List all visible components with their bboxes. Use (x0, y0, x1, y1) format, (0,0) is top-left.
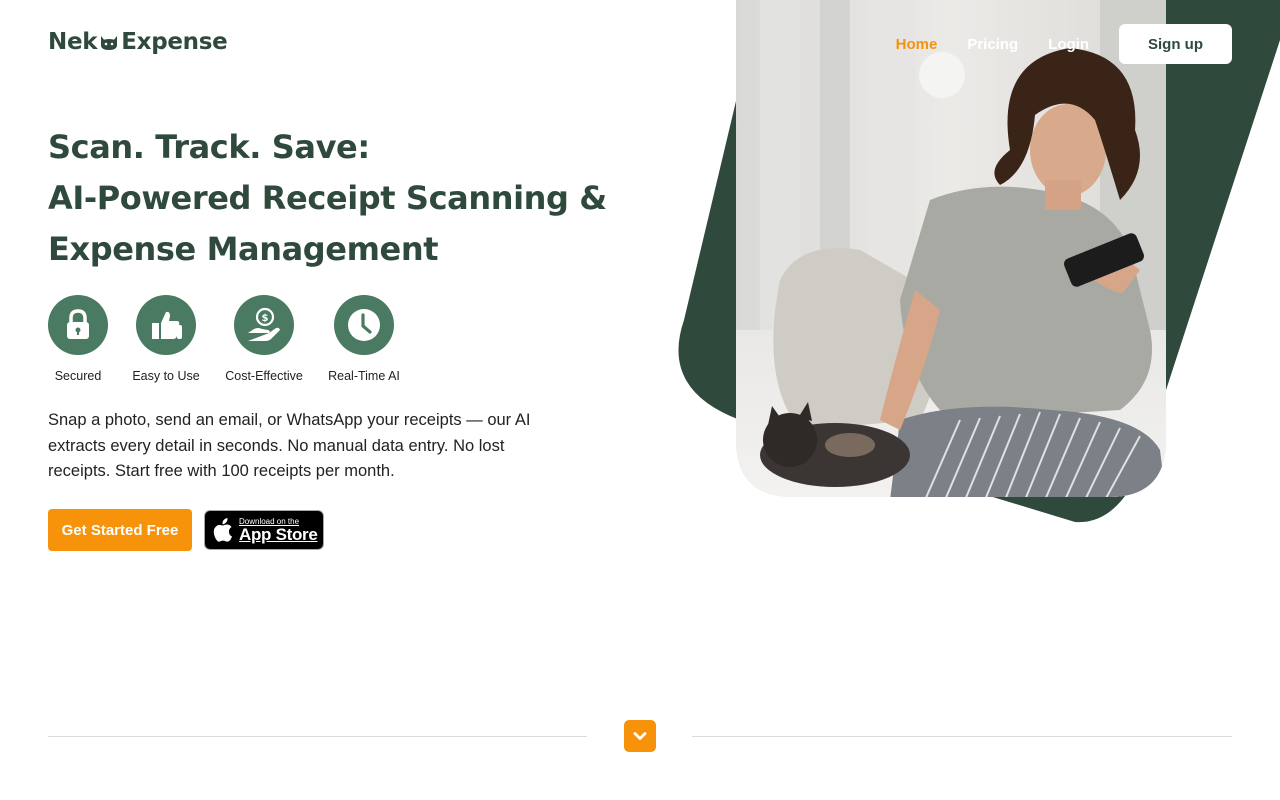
feature-icon-circle (136, 295, 196, 355)
nav-home-link[interactable]: Home (896, 36, 938, 53)
app-store-big-text: App Store (239, 524, 318, 544)
feature-label: Cost-Effective (225, 369, 303, 383)
app-store-badge[interactable]: Download on the App Store (204, 510, 324, 550)
feature-secured: Secured (48, 295, 108, 383)
main-nav: Home Pricing Login Sign up (896, 24, 1232, 64)
hero-headline: Scan. Track. Save: AI-Powered Receipt Sc… (48, 122, 608, 275)
headline-line-1: Scan. Track. Save: (48, 128, 370, 166)
headline-line-2: AI-Powered Receipt Scanning & (48, 179, 607, 217)
get-started-button[interactable]: Get Started Free (48, 509, 192, 551)
feature-icon-circle (48, 295, 108, 355)
woman-with-cat-photo (736, 0, 1166, 497)
feature-label: Easy to Use (132, 369, 200, 383)
money-hand-icon: $ (248, 307, 280, 341)
feature-icon-circle (334, 295, 394, 355)
section-divider-right (692, 736, 1232, 737)
feature-label: Real-Time AI (328, 369, 400, 383)
apple-icon (213, 518, 232, 542)
clock-icon (348, 309, 380, 341)
hero-description: Snap a photo, send an email, or WhatsApp… (48, 411, 531, 480)
thumbs-up-icon (152, 311, 182, 339)
section-divider-left (48, 736, 587, 737)
feature-list: Secured Easy to Use $ Cost-Effective Rea… (48, 295, 400, 383)
svg-text:$: $ (262, 313, 269, 324)
feature-label: Secured (54, 369, 102, 383)
chevron-down-icon (633, 732, 647, 740)
feature-cost-effective: $ Cost-Effective (225, 295, 303, 383)
scroll-down-button[interactable] (624, 720, 656, 752)
brand-name-left: Nek (48, 29, 98, 55)
feature-easy-to-use: Easy to Use (132, 295, 200, 383)
brand-name-right: Expense (121, 29, 228, 55)
cat-icon (101, 36, 118, 50)
brand-logo[interactable]: Nek Expense (48, 28, 228, 56)
nav-login-link[interactable]: Login (1048, 36, 1089, 53)
feature-real-time-ai: Real-Time AI (328, 295, 400, 383)
lock-icon (67, 309, 89, 339)
nav-pricing-link[interactable]: Pricing (967, 36, 1018, 53)
signup-button[interactable]: Sign up (1119, 24, 1232, 64)
headline-line-3: Expense Management (48, 230, 439, 268)
feature-icon-circle: $ (234, 295, 294, 355)
hero-image (678, 0, 1280, 523)
